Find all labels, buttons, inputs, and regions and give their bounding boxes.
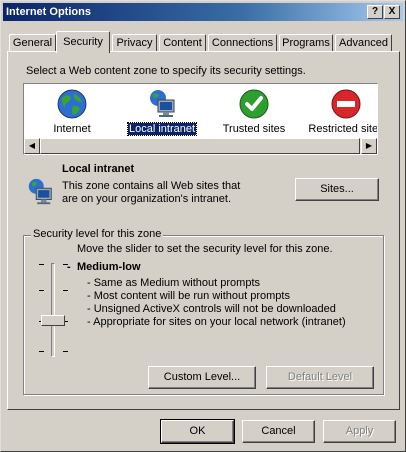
tab-strip: General Security Privacy Content Connect… — [9, 31, 401, 53]
slider-tick — [39, 290, 44, 291]
tab-general[interactable]: General — [9, 34, 56, 52]
zone-label-local-intranet: Local intranet — [127, 122, 197, 136]
zone-description-line2: are on your organization's intranet. — [62, 193, 232, 205]
custom-level-button[interactable]: Custom Level... — [148, 366, 256, 389]
zone-label-trusted-sites: Trusted sites — [222, 123, 286, 135]
zone-internet[interactable]: Internet — [32, 88, 112, 138]
scroll-left-button[interactable]: ◀ — [24, 138, 40, 154]
security-level-group-label: Security level for this zone — [31, 228, 164, 240]
zone-list[interactable]: Internet Local intranet Trusted sites Re… — [23, 83, 378, 155]
level-bullet: - Unsigned ActiveX controls will not be … — [87, 303, 336, 315]
intranet-icon — [28, 178, 52, 205]
level-bullet: - Appropriate for sites on your local ne… — [87, 316, 346, 328]
tab-security[interactable]: Security — [56, 31, 110, 53]
zone-title: Local intranet — [62, 163, 135, 175]
ok-button[interactable]: OK — [160, 419, 235, 444]
zone-trusted-sites[interactable]: Trusted sites — [214, 88, 294, 138]
slider-tick — [63, 290, 68, 291]
level-bullet: - Most content will be run without promp… — [87, 290, 290, 302]
close-button[interactable]: X — [384, 5, 400, 19]
slider-hint: Move the slider to set the security leve… — [77, 243, 333, 255]
security-slider-thumb[interactable] — [41, 315, 65, 326]
zone-label-internet: Internet — [53, 123, 91, 135]
zone-label-restricted-sites: Restricted sites — [308, 123, 378, 135]
cancel-button[interactable]: Cancel — [242, 420, 315, 443]
slider-tick — [39, 351, 44, 352]
zone-instruction: Select a Web content zone to specify its… — [26, 65, 306, 77]
title-bar: Internet Options ? X — [3, 3, 403, 21]
tab-advanced[interactable]: Advanced — [335, 34, 392, 52]
zone-local-intranet[interactable]: Local intranet — [122, 88, 202, 138]
internet-options-window: Internet Options ? X General Security Pr… — [0, 0, 406, 452]
intranet-icon — [150, 90, 175, 117]
checkmark-icon — [239, 89, 269, 119]
sites-button[interactable]: Sites... — [295, 178, 379, 201]
tab-connections[interactable]: Connections — [208, 34, 277, 52]
zone-list-scrollbar[interactable]: ◀ ▶ — [24, 138, 377, 154]
default-level-button[interactable]: Default Level — [266, 366, 374, 389]
security-slider-track[interactable] — [51, 263, 55, 357]
security-level-name: Medium-low — [77, 261, 141, 273]
slider-tick — [39, 264, 44, 265]
restricted-icon — [331, 89, 361, 119]
tab-programs[interactable]: Programs — [279, 34, 333, 52]
zone-restricted-sites[interactable]: Restricted sites — [306, 88, 378, 138]
level-bullet: - Same as Medium without prompts — [87, 277, 261, 289]
window-title: Internet Options — [6, 6, 91, 18]
scroll-right-button[interactable]: ▶ — [361, 138, 377, 154]
slider-tick — [63, 351, 68, 352]
level-marker: - — [67, 261, 71, 273]
globe-icon — [57, 89, 87, 119]
zone-description-line1: This zone contains all Web sites that — [62, 180, 241, 192]
scroll-thumb[interactable] — [40, 138, 360, 154]
tab-content[interactable]: Content — [159, 34, 206, 52]
help-button[interactable]: ? — [367, 5, 383, 19]
apply-button[interactable]: Apply — [323, 420, 396, 443]
tab-privacy[interactable]: Privacy — [112, 34, 157, 52]
